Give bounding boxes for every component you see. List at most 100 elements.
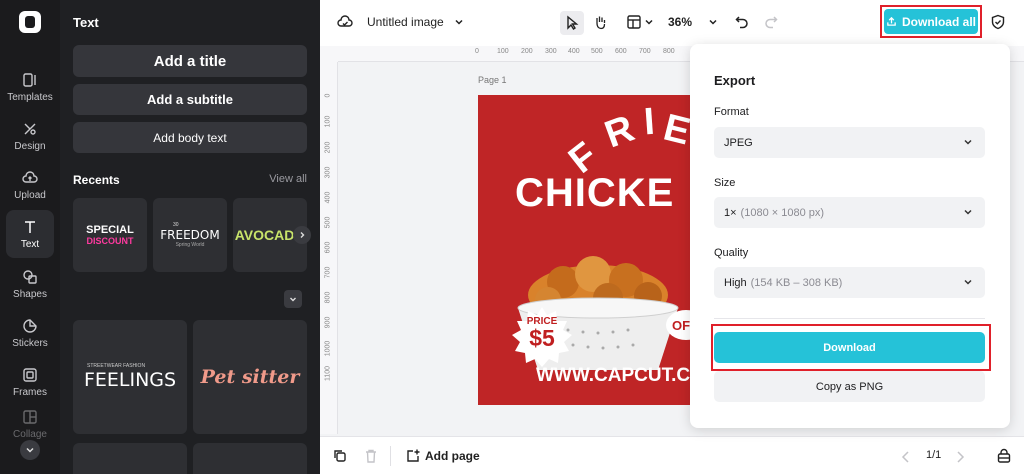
rail-label: Upload xyxy=(14,189,46,201)
rail-label: Frames xyxy=(13,386,47,398)
text-template-pet-sitter[interactable]: Pet sitter xyxy=(193,320,307,434)
ruler-tick: 800 xyxy=(663,48,675,55)
next-page-button[interactable] xyxy=(952,449,968,465)
redo-icon xyxy=(765,16,778,29)
frames-icon xyxy=(23,367,37,382)
rail-item-templates[interactable]: Templates xyxy=(0,63,60,111)
rail-item-collage[interactable]: Collage xyxy=(0,406,60,442)
format-select[interactable]: JPEG xyxy=(714,127,985,158)
chevron-down-icon xyxy=(645,19,653,25)
quality-detail: (154 KB – 308 KB) xyxy=(750,276,843,289)
zoom-dropdown[interactable]: 36% xyxy=(668,15,718,29)
add-page-label: Add page xyxy=(425,449,480,463)
rail-item-frames[interactable]: Frames xyxy=(0,358,60,406)
ruler-tick: 1000 xyxy=(324,340,332,357)
add-page-button[interactable]: Add page xyxy=(405,448,480,464)
shield-button[interactable] xyxy=(990,14,1006,30)
upload-icon xyxy=(22,170,38,183)
divider xyxy=(390,446,391,466)
recent-text-line: DISCOUNT xyxy=(86,235,134,246)
ruler-tick: 0 xyxy=(475,48,479,55)
format-label: Format xyxy=(714,106,749,118)
rail-item-text[interactable]: Text xyxy=(6,210,54,258)
recent-text-line: SPECIAL xyxy=(86,223,134,236)
page-settings-button[interactable] xyxy=(996,448,1012,464)
select-tool-button[interactable] xyxy=(560,11,584,35)
hand-tool-button[interactable] xyxy=(592,14,608,30)
template-text-line: FEELINGS xyxy=(83,369,177,391)
chevron-right-icon xyxy=(300,232,305,238)
cloud-save-button[interactable] xyxy=(337,14,353,30)
expand-recents-button[interactable] xyxy=(284,290,302,308)
rail-expand-button[interactable] xyxy=(20,440,40,460)
design-letter: I xyxy=(642,100,656,144)
download-all-highlight xyxy=(880,5,982,38)
text-template-feelings[interactable]: STREETWEAR FASHION FEELINGS xyxy=(73,320,187,434)
previous-page-button[interactable] xyxy=(898,449,914,465)
page-label: Page 1 xyxy=(478,75,507,85)
add-body-text-button[interactable]: Add body text xyxy=(73,122,307,153)
size-select[interactable]: 1× (1080 × 1080 px) xyxy=(714,197,985,228)
cursor-arrow-icon xyxy=(567,15,579,30)
ruler-tick: 0 xyxy=(324,93,332,98)
chevron-down-icon xyxy=(290,297,296,302)
duplicate-page-button[interactable] xyxy=(332,448,348,464)
view-all-link[interactable]: View all xyxy=(269,173,307,185)
rail-item-design[interactable]: Design xyxy=(0,112,60,160)
text-template-card[interactable] xyxy=(193,443,307,474)
ruler-tick: 300 xyxy=(324,166,332,179)
recent-text-special-discount[interactable]: SPECIAL DISCOUNT xyxy=(73,198,147,272)
document-title-dropdown[interactable]: Untitled image xyxy=(367,15,464,29)
chevron-down-icon xyxy=(709,19,717,25)
zoom-level: 36% xyxy=(668,15,693,29)
add-subtitle-button[interactable]: Add a subtitle xyxy=(73,84,307,115)
ruler-tick: 100 xyxy=(324,115,332,128)
capcut-logo-icon[interactable] xyxy=(19,11,41,33)
layout-icon xyxy=(627,15,641,29)
divider xyxy=(714,318,985,319)
design-icon xyxy=(24,123,36,135)
ruler-tick: 200 xyxy=(324,141,332,154)
ruler-tick: 400 xyxy=(324,191,332,204)
rail-item-shapes[interactable]: Shapes xyxy=(0,260,60,308)
rail-item-stickers[interactable]: Stickers xyxy=(0,309,60,357)
copy-as-png-button[interactable]: Copy as PNG xyxy=(714,371,985,402)
rail-label: Collage xyxy=(13,428,47,440)
template-text-line: Pet sitter xyxy=(200,366,300,388)
rail-item-upload[interactable]: Upload xyxy=(0,161,60,209)
text-panel: Text Add a title Add a subtitle Add body… xyxy=(60,0,320,474)
ruler-tick: 1100 xyxy=(324,365,332,382)
delete-page-button[interactable] xyxy=(363,448,379,464)
layers-icon xyxy=(997,448,1011,463)
chevron-down-icon xyxy=(964,279,972,285)
export-title: Export xyxy=(714,73,756,88)
ruler-tick: 900 xyxy=(324,316,332,329)
recent-text-freedom[interactable]: 30 FREEDOM Spring World xyxy=(153,198,227,272)
duplicate-icon xyxy=(334,450,346,462)
rail-label: Text xyxy=(20,238,40,250)
price-badge: PRICE $5 xyxy=(510,317,574,350)
design-letter: R xyxy=(599,107,640,157)
quality-select[interactable]: High (154 KB – 308 KB) xyxy=(714,267,985,298)
add-title-button[interactable]: Add a title xyxy=(73,45,307,77)
redo-button[interactable] xyxy=(763,14,779,30)
undo-button[interactable] xyxy=(734,14,750,30)
chevron-right-icon xyxy=(957,451,965,463)
design-headline: CHICKE xyxy=(515,171,675,215)
text-template-card[interactable] xyxy=(73,443,187,474)
ruler-tick: 700 xyxy=(639,48,651,55)
rail-label: Stickers xyxy=(12,337,48,349)
ruler-tick: 500 xyxy=(591,48,603,55)
recent-text-line: Spring World xyxy=(175,242,205,248)
recents-next-button[interactable] xyxy=(293,226,311,244)
shapes-icon xyxy=(23,269,37,284)
ruler-tick: 300 xyxy=(545,48,557,55)
ruler-tick: 600 xyxy=(615,48,627,55)
ruler-tick: 500 xyxy=(324,216,332,229)
recents-heading: Recents xyxy=(73,173,120,187)
size-value: 1× xyxy=(724,206,737,219)
layout-dropdown[interactable] xyxy=(626,14,654,30)
page-counter: 1/1 xyxy=(926,449,942,461)
top-toolbar: Untitled image 36% Download all xyxy=(320,0,1024,46)
format-value: JPEG xyxy=(724,136,753,149)
